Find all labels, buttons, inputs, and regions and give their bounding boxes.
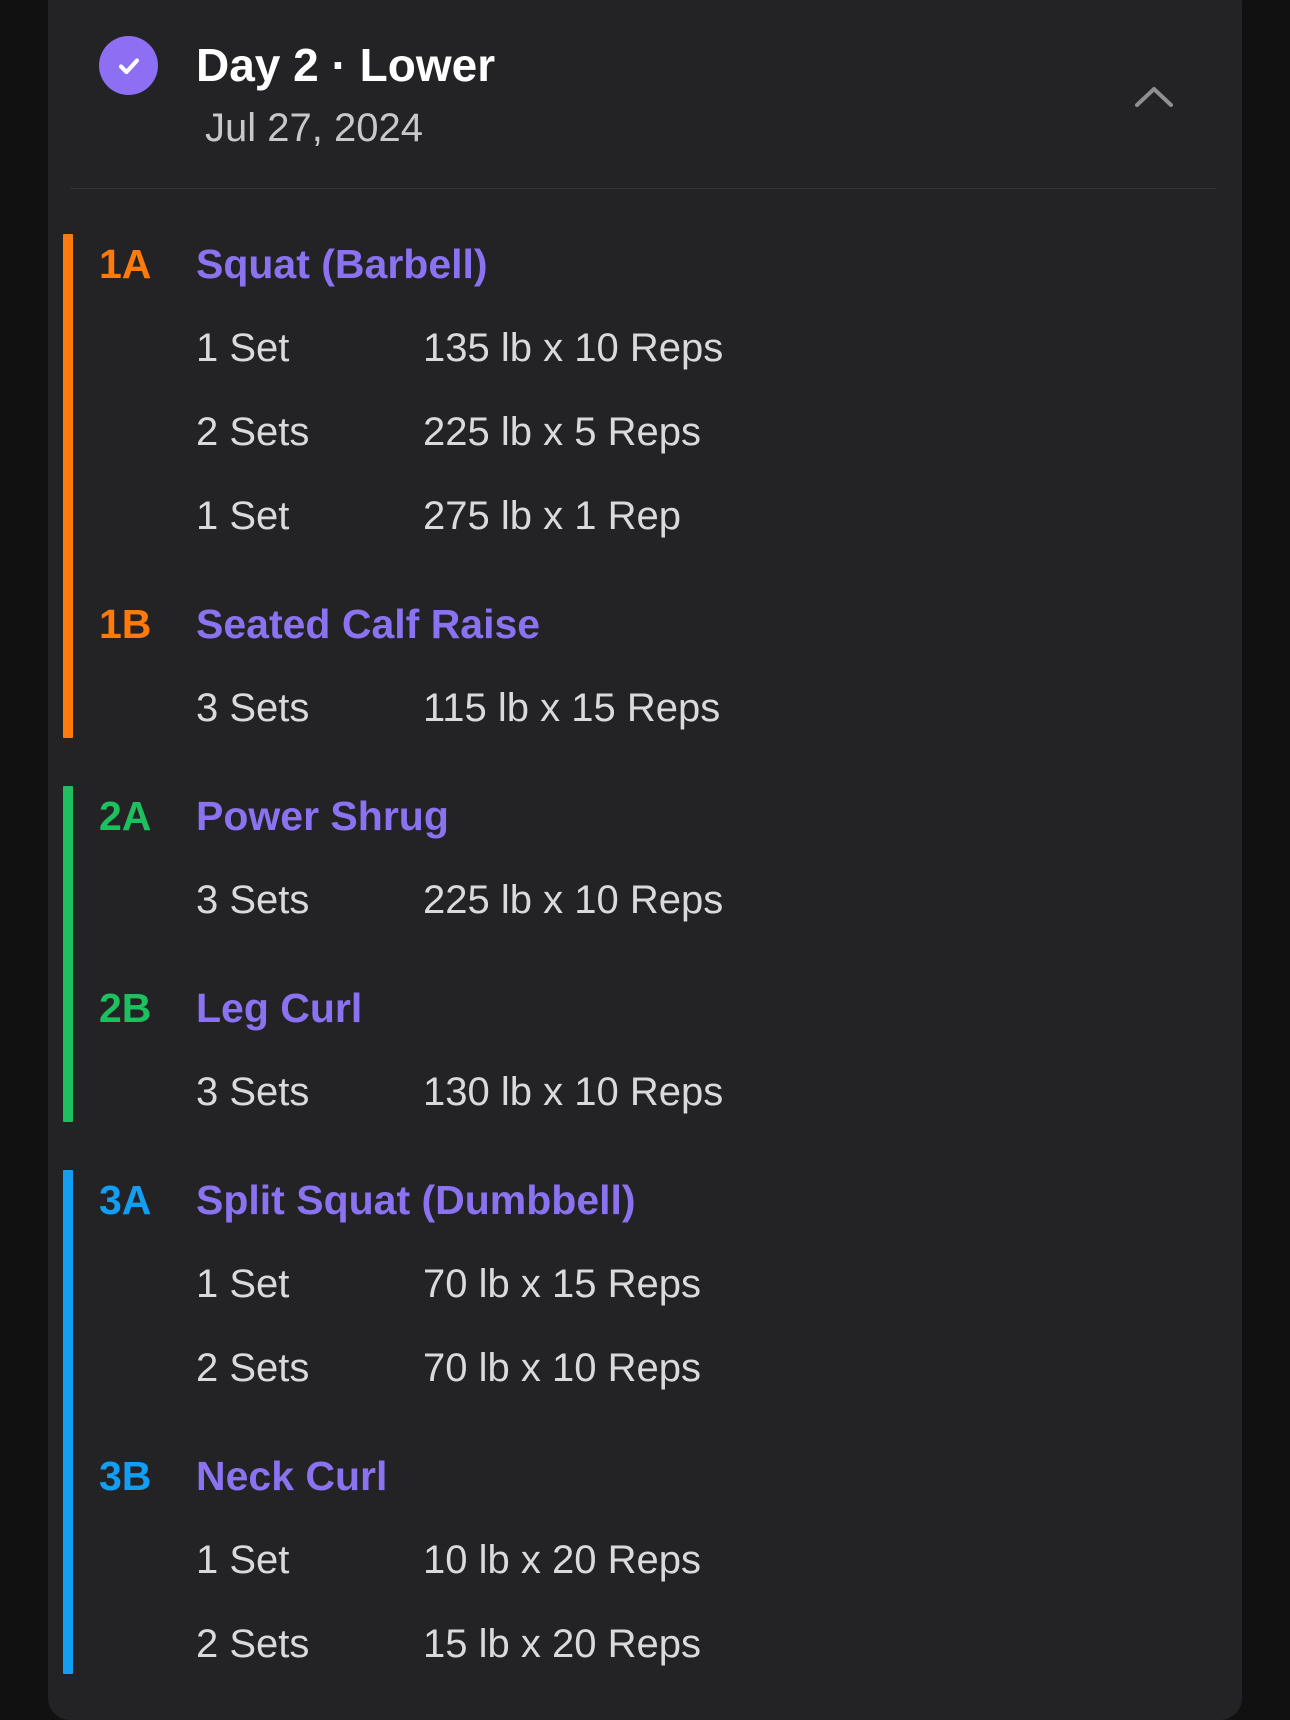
exercise-label: 1B [99,601,152,647]
exercise-header: 3A Split Squat (Dumbbell) [48,1170,948,1230]
exercise-name[interactable]: Split Squat (Dumbbell) [196,1170,636,1230]
set-detail: 70 lb x 15 Reps [423,1262,701,1306]
exercise-label: 3A [99,1177,152,1223]
exercise-name[interactable]: Seated Calf Raise [196,594,540,654]
set-row: 2 Sets 70 lb x 10 Reps [48,1338,948,1398]
exercise-name[interactable]: Neck Curl [196,1446,387,1506]
set-detail: 225 lb x 10 Reps [423,878,724,922]
set-count: 3 Sets [196,1070,310,1114]
set-row: 2 Sets 225 lb x 5 Reps [48,402,948,462]
superset-group-2: 2A Power Shrug 3 Sets 225 lb x 10 Reps 2… [48,786,1242,1122]
set-row: 3 Sets 115 lb x 15 Reps [48,678,948,738]
set-detail: 135 lb x 10 Reps [423,326,724,370]
set-count: 1 Set [196,1262,290,1306]
set-detail: 15 lb x 20 Reps [423,1622,701,1666]
exercise-name[interactable]: Squat (Barbell) [196,234,488,294]
set-detail: 225 lb x 5 Reps [423,410,701,454]
set-row: 1 Set 70 lb x 15 Reps [48,1254,948,1314]
exercise-name[interactable]: Leg Curl [196,978,362,1038]
exercise-header: 1A Squat (Barbell) [48,234,948,294]
workout-header[interactable]: Day 2 · Lower Jul 27, 2024 [48,0,1242,189]
completed-check-icon [99,36,158,95]
workout-date: Jul 27, 2024 [205,106,423,150]
set-row: 1 Set 135 lb x 10 Reps [48,318,948,378]
set-row: 3 Sets 130 lb x 10 Reps [48,1062,948,1122]
set-detail: 10 lb x 20 Reps [423,1538,701,1582]
group-color-bar [63,1170,73,1674]
set-count: 2 Sets [196,410,310,454]
chevron-up-icon[interactable] [1130,76,1178,116]
set-detail: 115 lb x 15 Reps [423,686,721,730]
exercise-label: 3B [99,1453,152,1499]
set-count: 2 Sets [196,1622,310,1666]
exercise-label: 2B [99,985,152,1031]
exercise-header: 2B Leg Curl [48,978,948,1038]
workout-title: Day 2 · Lower [196,39,496,91]
set-detail: 275 lb x 1 Rep [423,494,681,538]
set-row: 2 Sets 15 lb x 20 Reps [48,1614,948,1674]
set-count: 1 Set [196,1538,290,1582]
exercise-header: 3B Neck Curl [48,1446,948,1506]
superset-group-1: 1A Squat (Barbell) 1 Set 135 lb x 10 Rep… [48,234,1242,738]
set-row: 3 Sets 225 lb x 10 Reps [48,870,948,930]
workout-card: Day 2 · Lower Jul 27, 2024 1A Squat (Bar… [48,0,1242,1720]
exercise-header: 1B Seated Calf Raise [48,594,948,654]
set-detail: 130 lb x 10 Reps [423,1070,724,1114]
set-count: 1 Set [196,326,290,370]
exercise-header: 2A Power Shrug [48,786,948,846]
set-detail: 70 lb x 10 Reps [423,1346,701,1390]
exercise-label: 1A [99,241,152,287]
set-count: 1 Set [196,494,290,538]
set-row: 1 Set 10 lb x 20 Reps [48,1530,948,1590]
header-divider [70,188,1216,189]
set-count: 3 Sets [196,686,310,730]
set-row: 1 Set 275 lb x 1 Rep [48,486,948,546]
set-count: 2 Sets [196,1346,310,1390]
superset-group-3: 3A Split Squat (Dumbbell) 1 Set 70 lb x … [48,1170,1242,1674]
exercise-name[interactable]: Power Shrug [196,786,449,846]
exercise-label: 2A [99,793,152,839]
set-count: 3 Sets [196,878,310,922]
